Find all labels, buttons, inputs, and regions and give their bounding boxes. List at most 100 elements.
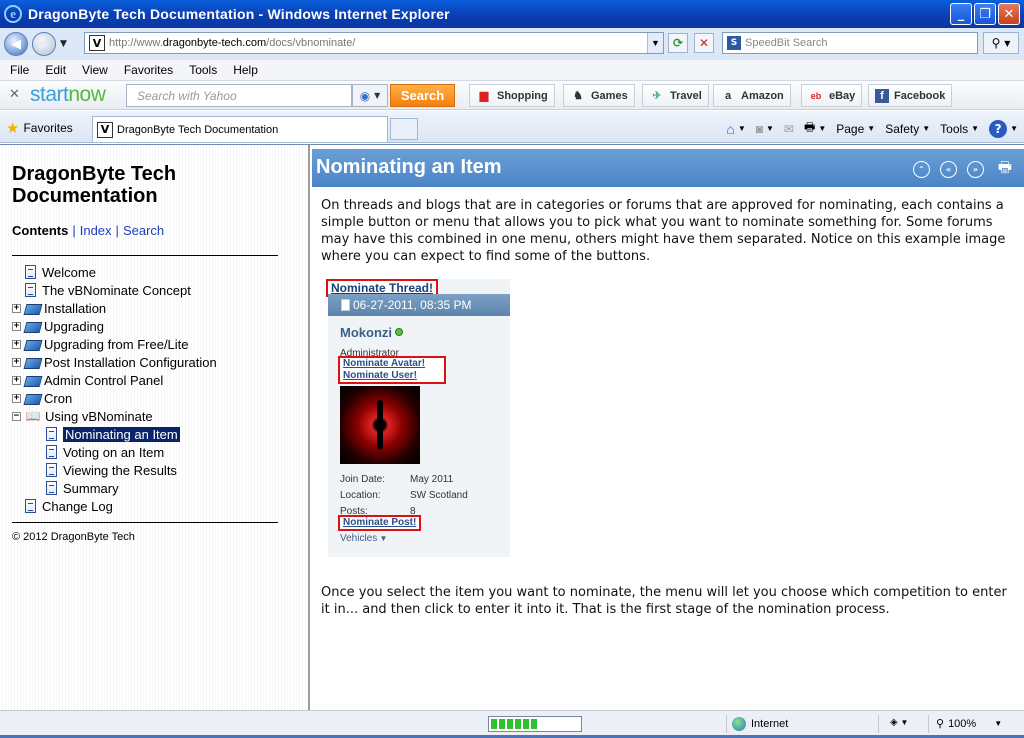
url-input[interactable]: V http://www. dragonbyte-tech.com/docs/vb…: [84, 32, 664, 54]
startnow-logo[interactable]: startnow: [30, 83, 106, 107]
tree-item[interactable]: Viewing the Results: [12, 461, 217, 479]
menu-help[interactable]: Help: [225, 63, 266, 77]
article-paragraph-2: Once you select the item you want to nom…: [321, 585, 1007, 617]
url-domain: dragonbyte-tech.com: [162, 37, 267, 49]
expand-icon[interactable]: +: [12, 339, 21, 349]
expand-icon[interactable]: +: [12, 303, 21, 313]
tree-item[interactable]: Summary: [12, 479, 217, 497]
menu-edit[interactable]: Edit: [37, 63, 74, 77]
yahoo-search-input[interactable]: Search with Yahoo: [126, 84, 352, 107]
book-icon: [25, 392, 40, 404]
search-go-button[interactable]: ⚲ ▼: [983, 32, 1019, 54]
home-button[interactable]: ⌂ ▼: [726, 121, 745, 137]
sidebar-divider: [12, 255, 278, 256]
tree-item[interactable]: Nominating an Item: [12, 425, 217, 443]
book-icon: [25, 320, 40, 332]
contents-link[interactable]: Contents: [12, 223, 68, 238]
address-bar: ◀ ▶ ▼ V http://www. dragonbyte-tech.com/d…: [0, 28, 1024, 60]
tree-item[interactable]: The vBNominate Concept: [12, 281, 217, 299]
progress-fill: [491, 719, 540, 729]
history-dropdown-icon[interactable]: ▼: [60, 39, 67, 49]
tree-item[interactable]: + Post Installation Configuration: [12, 353, 217, 371]
close-toolbar-icon[interactable]: ✕: [9, 87, 20, 102]
tree-item[interactable]: + Admin Control Panel: [12, 371, 217, 389]
new-tab-button[interactable]: [390, 118, 418, 140]
minimize-button[interactable]: _: [950, 3, 972, 25]
menu-view[interactable]: View: [74, 63, 116, 77]
tree-item[interactable]: + Upgrading: [12, 317, 217, 335]
open-book-icon: 📖: [25, 409, 41, 423]
expand-icon[interactable]: +: [12, 375, 21, 385]
ebay-label: eBay: [829, 89, 856, 102]
tree-item[interactable]: + Cron: [12, 389, 217, 407]
startnow-toolbar: ✕ startnow Search with Yahoo ◉ ▼ Search …: [0, 80, 1024, 110]
protected-mode-button[interactable]: ◈ ▼: [890, 717, 908, 728]
amazon-label: Amazon: [741, 89, 784, 102]
favorites-button[interactable]: ★ Favorites: [6, 119, 73, 137]
tools-menu[interactable]: Tools ▼: [940, 122, 979, 136]
expand-icon[interactable]: +: [12, 357, 21, 367]
facebook-link[interactable]: f Facebook: [868, 84, 953, 107]
tab-bar: ★ Favorites V DragonByte Tech Documentati…: [0, 111, 1024, 143]
stop-button[interactable]: ✕: [694, 33, 714, 53]
refresh-button[interactable]: ⟳: [668, 33, 688, 53]
tab-active[interactable]: V DragonByte Tech Documentation: [92, 116, 388, 142]
menu-tools[interactable]: Tools: [181, 63, 225, 77]
url-dropdown-icon[interactable]: ▼: [647, 33, 663, 53]
previous-arrow-icon[interactable]: «: [940, 160, 957, 178]
speedbit-search-placeholder: SpeedBit Search: [745, 37, 828, 49]
startnow-brand-start: start: [30, 83, 69, 106]
back-button[interactable]: ◀: [4, 32, 28, 56]
collapse-icon[interactable]: −: [12, 411, 21, 421]
article-body: On threads and blogs that are in categor…: [321, 197, 1011, 265]
amazon-link[interactable]: a Amazon: [713, 84, 791, 107]
forward-button[interactable]: ▶: [32, 32, 56, 56]
page-icon: [46, 427, 57, 441]
mail-button[interactable]: ✉: [784, 122, 794, 136]
shopping-link[interactable]: ▆ Shopping: [469, 84, 555, 107]
print-button[interactable]: 🖶 ▼: [804, 118, 826, 139]
feeds-button[interactable]: ◙ ▼: [756, 122, 774, 136]
up-arrow-icon[interactable]: ⌃: [913, 160, 930, 178]
expand-icon[interactable]: +: [12, 393, 21, 403]
travel-label: Travel: [670, 89, 702, 102]
tree-item[interactable]: + Installation: [12, 299, 217, 317]
menu-file[interactable]: File: [0, 63, 37, 77]
favorites-label: Favorites: [23, 121, 73, 135]
rss-icon: ◙: [755, 121, 763, 136]
tree-item-label: Post Installation Configuration: [44, 354, 217, 370]
tree-item[interactable]: Voting on an Item: [12, 443, 217, 461]
page-icon: [25, 265, 36, 279]
safety-menu-label: Safety: [885, 121, 920, 136]
help-icon: ?: [989, 119, 1008, 138]
tree-item[interactable]: Change Log: [12, 497, 217, 515]
zoom-control[interactable]: ⚲ 100% ▼: [936, 717, 1002, 731]
expand-icon[interactable]: +: [12, 321, 21, 331]
magnifier-icon: ⚲: [991, 36, 1001, 50]
safety-menu[interactable]: Safety ▼: [885, 122, 930, 136]
page-menu[interactable]: Page ▼: [836, 122, 875, 136]
stat-key: Location:: [340, 490, 381, 501]
tree-item[interactable]: − 📖 Using vBNominate: [12, 407, 217, 425]
tree-item[interactable]: + Upgrading from Free/Lite: [12, 335, 217, 353]
book-icon: [25, 302, 40, 314]
security-zone[interactable]: Internet: [732, 717, 788, 731]
games-link[interactable]: ♞ Games: [563, 84, 635, 107]
travel-link[interactable]: ✈ Travel: [642, 84, 709, 107]
next-arrow-icon[interactable]: »: [967, 160, 984, 178]
help-button[interactable]: ? ▼: [989, 119, 1018, 138]
index-link[interactable]: Index: [80, 223, 112, 238]
search-link[interactable]: Search: [123, 223, 164, 238]
search-engine-dropdown[interactable]: ◉ ▼: [352, 84, 388, 107]
menu-favorites[interactable]: Favorites: [116, 63, 181, 77]
stat-value: May 2011: [410, 474, 454, 485]
speedbit-search-input[interactable]: S SpeedBit Search: [722, 32, 978, 54]
star-icon: ★: [6, 120, 20, 137]
print-icon[interactable]: 🖶: [994, 158, 1016, 179]
tree-item[interactable]: Welcome: [12, 263, 217, 281]
close-button[interactable]: ✕: [998, 3, 1020, 25]
maximize-button[interactable]: ❐: [974, 3, 996, 25]
ebay-link[interactable]: eb eBay: [801, 84, 863, 107]
yahoo-search-button[interactable]: Search: [390, 84, 455, 107]
nominate-user-link: Nominate User!: [343, 370, 417, 381]
